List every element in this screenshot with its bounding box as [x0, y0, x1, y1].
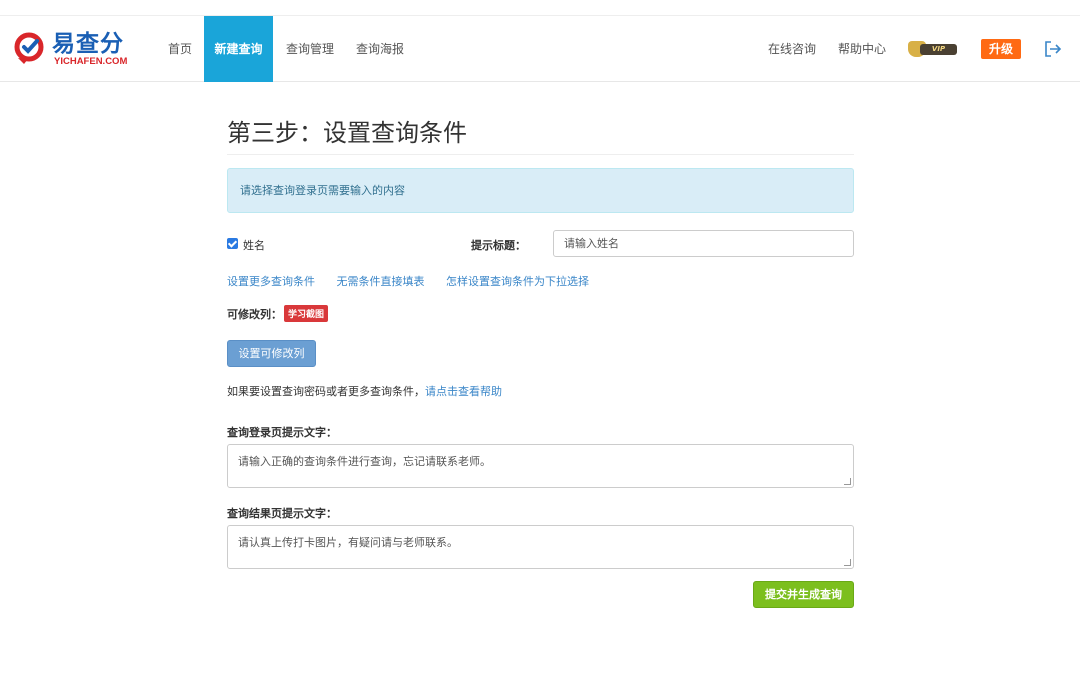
- nav-new-query[interactable]: 新建查询: [204, 16, 273, 82]
- help-text: 如果要设置查询密码或者更多查询条件，: [227, 385, 425, 398]
- condition-links: 设置更多查询条件 无需条件直接填表 怎样设置查询条件为下拉选择: [227, 273, 607, 289]
- info-alert: 请选择查询登录页需要输入的内容: [227, 168, 854, 213]
- nav-online-consult[interactable]: 在线咨询: [768, 16, 816, 82]
- condition-row: 姓名 提示标题：: [227, 230, 854, 258]
- vip-badge[interactable]: VIP: [908, 41, 958, 57]
- login-tip-textarea[interactable]: 请输入正确的查询条件进行查询，忘记请联系老师。: [227, 444, 854, 488]
- learn-screenshot-badge[interactable]: 学习截图: [284, 305, 329, 322]
- dropdown-condition-link[interactable]: 怎样设置查询条件为下拉选择: [446, 275, 589, 288]
- vip-label: VIP: [920, 44, 957, 55]
- logo-icon: [14, 32, 44, 64]
- resize-grip-icon[interactable]: [844, 559, 851, 566]
- logo-brand: 易查分: [52, 31, 124, 57]
- name-checkbox[interactable]: [227, 238, 238, 249]
- result-tip-textarea[interactable]: 请认真上传打卡图片，有疑问请与老师联系。: [227, 525, 854, 569]
- more-conditions-link[interactable]: 设置更多查询条件: [227, 275, 315, 288]
- help-link[interactable]: 请点击查看帮助: [425, 385, 502, 398]
- result-tip-text: 请认真上传打卡图片，有疑问请与老师联系。: [238, 536, 458, 549]
- nav-help-center[interactable]: 帮助中心: [838, 16, 886, 82]
- submit-button[interactable]: 提交并生成查询: [753, 581, 854, 608]
- no-condition-link[interactable]: 无需条件直接填表: [337, 275, 425, 288]
- set-editable-button[interactable]: 设置可修改列: [227, 340, 316, 367]
- top-strip: [0, 0, 1080, 16]
- help-line: 如果要设置查询密码或者更多查询条件，请点击查看帮助: [227, 383, 502, 399]
- tip-title-label: 提示标题：: [471, 239, 526, 252]
- page-title: 第三步：设置查询条件: [227, 113, 854, 155]
- nav-home[interactable]: 首页: [168, 16, 192, 82]
- login-tip-label: 查询登录页提示文字：: [227, 426, 337, 439]
- login-tip-text: 请输入正确的查询条件进行查询，忘记请联系老师。: [238, 455, 491, 468]
- nav-query-manage[interactable]: 查询管理: [286, 16, 334, 82]
- logout-icon[interactable]: [1044, 40, 1062, 58]
- navbar: 易查分 YICHAFEN.COM 首页 新建查询 查询管理 查询海报 在线咨询 …: [0, 16, 1080, 82]
- nav-query-poster[interactable]: 查询海报: [356, 16, 404, 82]
- logo-domain: YICHAFEN.COM: [54, 56, 128, 67]
- name-checkbox-label[interactable]: 姓名: [243, 237, 265, 253]
- editable-columns-label: 可修改列：: [227, 308, 282, 321]
- result-tip-label: 查询结果页提示文字：: [227, 507, 337, 520]
- resize-grip-icon[interactable]: [844, 478, 851, 485]
- logo[interactable]: 易查分 YICHAFEN.COM: [14, 30, 132, 70]
- upgrade-button[interactable]: 升级: [981, 39, 1021, 59]
- tip-title-input[interactable]: [553, 230, 854, 257]
